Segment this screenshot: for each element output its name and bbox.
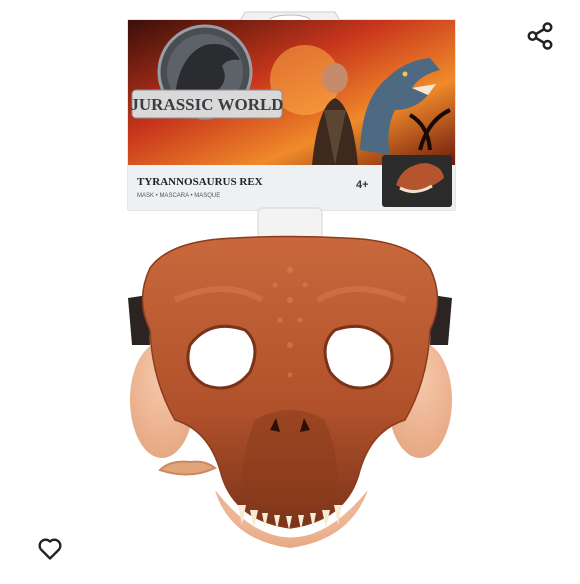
heart-icon: [38, 538, 62, 560]
product-image-viewer: JURASSIC WORLD TYRANNOSAURUS REX MASK • …: [0, 0, 580, 579]
share-button[interactable]: [520, 16, 560, 56]
inset-photo: [382, 155, 452, 207]
brand-logo-text: JURASSIC WORLD: [130, 95, 283, 114]
age-badge: 4+: [356, 179, 369, 191]
dino-mask: [128, 235, 452, 548]
like-button[interactable]: [30, 528, 70, 568]
left-eye-hole: [186, 324, 257, 390]
product-name: TYRANNOSAURUS REX: [137, 176, 263, 188]
share-icon: [527, 22, 553, 50]
product-photo: JURASSIC WORLD TYRANNOSAURUS REX MASK • …: [127, 11, 456, 548]
blister-clip: [257, 207, 323, 239]
package-card: JURASSIC WORLD TYRANNOSAURUS REX MASK • …: [127, 11, 456, 211]
product-subtitle: MASK • MASCARA • MASQUE: [137, 193, 220, 199]
right-eye-hole: [323, 324, 394, 390]
